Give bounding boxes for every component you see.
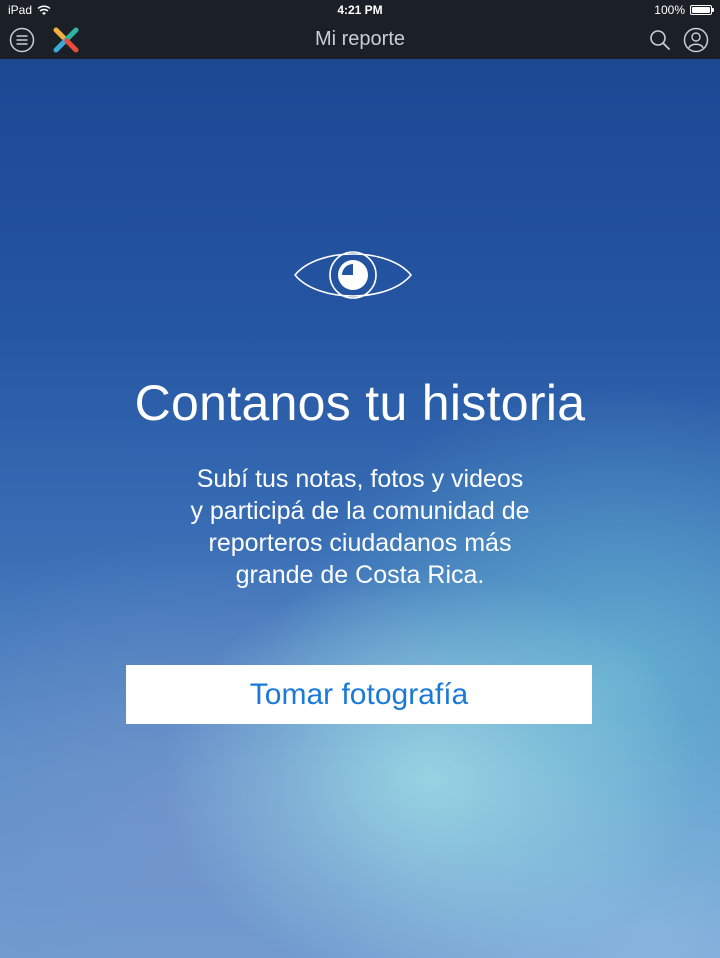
search-icon[interactable] <box>648 28 672 52</box>
description-line: reporteros ciudadanos más <box>208 529 512 557</box>
main-content: Contanos tu historia Subí tus notas, fot… <box>0 59 720 958</box>
description-line: y participá de la comunidad de <box>190 497 530 525</box>
battery-fill <box>692 7 710 13</box>
eye-icon <box>293 251 413 299</box>
description-line: Subí tus notas, fotos y videos <box>196 465 524 493</box>
page-title: Mi reporte <box>314 28 406 50</box>
battery-percent: 100% <box>654 3 685 17</box>
user-profile-icon[interactable] <box>683 27 709 53</box>
status-bar: iPad 4:21 PM 100% <box>0 0 720 20</box>
headline: Contanos tu historia <box>134 375 586 431</box>
description-line: grande de Costa Rica. <box>235 561 485 589</box>
status-right: 100% <box>654 3 714 17</box>
nav-bar: Mi reporte <box>0 20 720 59</box>
description: Subí tus notas, fotos y videos y partici… <box>120 463 600 591</box>
take-photo-button[interactable]: Tomar fotografía <box>126 665 592 724</box>
battery-icon <box>690 5 714 15</box>
status-time: 4:21 PM <box>337 3 383 17</box>
